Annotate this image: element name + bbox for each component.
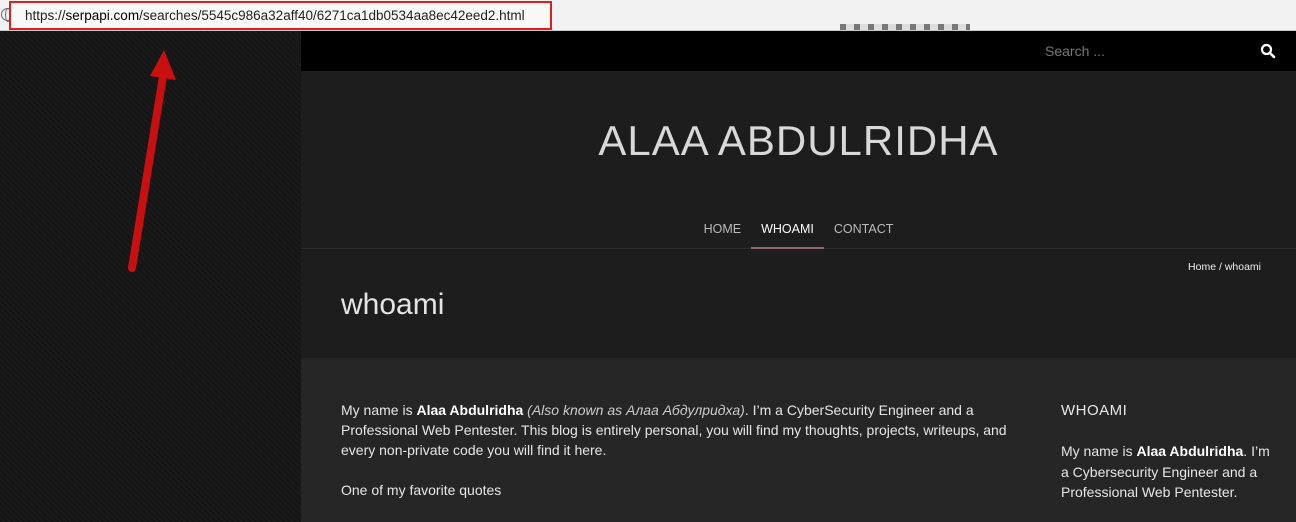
page-title: whoami — [341, 288, 445, 321]
search-input[interactable]: Search ... — [1045, 43, 1105, 59]
url-text[interactable]: https://serpapi.com/searches/5545c986a32… — [25, 8, 525, 23]
site-topbar: Search ... — [301, 31, 1296, 71]
sidebar-widget: WHOAMI My name is Alaa Abdulridha. I’m a… — [1061, 402, 1271, 503]
url-highlight-box[interactable]: https://serpapi.com/searches/5545c986a32… — [9, 1, 552, 30]
site-header: ALAA ABDULRIDHA HOME WHOAMI CONTACT — [301, 71, 1296, 249]
red-arrow-annotation — [128, 50, 176, 272]
intro-paragraph: My name is Alaa Abdulridha (Also known a… — [341, 402, 1007, 458]
main-navigation: HOME WHOAMI CONTACT — [301, 222, 1296, 249]
article-body: My name is Alaa Abdulridha (Also known a… — [341, 400, 1021, 520]
browser-address-bar: https://serpapi.com/searches/5545c986a32… — [0, 0, 1296, 31]
sidebar-text: My name is Alaa Abdulridha. I’m a Cybers… — [1061, 443, 1270, 500]
breadcrumb: Home / whoami — [1188, 261, 1261, 273]
breadcrumb-home-link[interactable]: Home — [1188, 261, 1216, 273]
page-header: Home / whoami whoami — [301, 250, 1296, 358]
site-title[interactable]: ALAA ABDULRIDHA — [301, 117, 1296, 165]
search-icon[interactable] — [1260, 43, 1276, 59]
main-content: My name is Alaa Abdulridha (Also known a… — [301, 358, 1296, 522]
nav-item-home[interactable]: HOME — [694, 222, 752, 249]
quotes-paragraph: One of my favorite quotes — [341, 482, 502, 498]
sidebar-title: WHOAMI — [1061, 402, 1128, 419]
nav-item-whoami[interactable]: WHOAMI — [751, 222, 824, 249]
background-image-strip — [840, 24, 970, 30]
breadcrumb-current: whoami — [1224, 261, 1261, 273]
nav-item-contact[interactable]: CONTACT — [824, 222, 904, 249]
